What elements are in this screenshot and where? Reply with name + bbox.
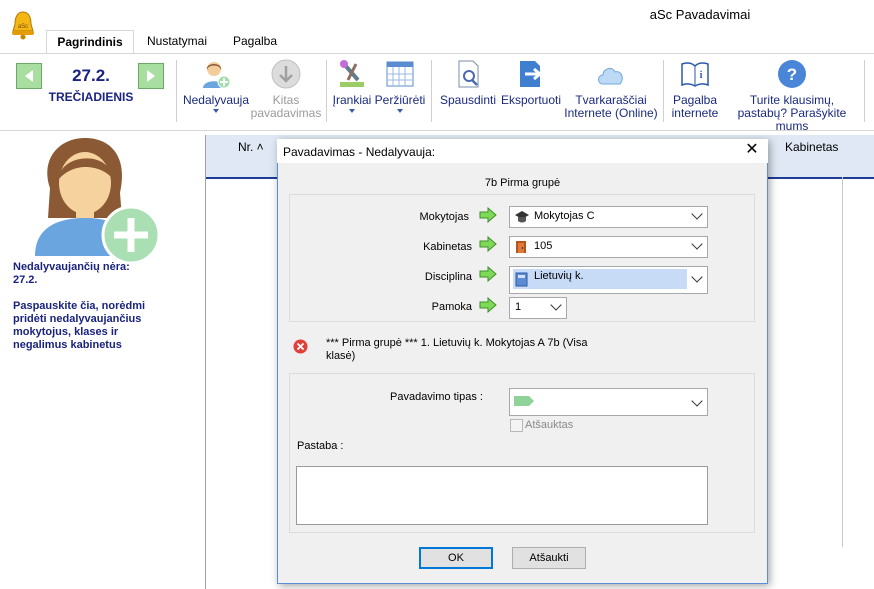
- note-label: Pastaba :: [297, 440, 344, 452]
- svg-text:aSc: aSc: [18, 24, 28, 30]
- help-book-icon: i: [681, 62, 709, 87]
- arrow-left-icon: [25, 70, 33, 82]
- teacher-label: Mokytojas: [419, 211, 469, 223]
- subject-select[interactable]: Lietuvių k.: [509, 266, 708, 294]
- svg-text:i: i: [700, 70, 703, 81]
- green-arrow-icon[interactable]: [479, 297, 497, 313]
- table-view-icon: [386, 61, 414, 87]
- views-button[interactable]: Peržiūrėti: [374, 58, 426, 113]
- question-icon: ?: [778, 60, 806, 88]
- cancelled-checkbox[interactable]: [510, 419, 523, 432]
- substitution-type-select[interactable]: [509, 388, 708, 416]
- green-arrow-icon[interactable]: [479, 266, 497, 282]
- help-online-button[interactable]: i Pagalba internete: [666, 58, 724, 120]
- tag-icon: [514, 396, 534, 406]
- column-room-header[interactable]: Kabinetas: [785, 140, 838, 154]
- tools-button[interactable]: Įrankiai: [330, 58, 374, 113]
- green-arrow-icon[interactable]: [479, 207, 497, 223]
- cloud-icon: [598, 67, 623, 85]
- teacher-select[interactable]: Mokytojas C: [509, 206, 708, 228]
- substitution-type-label: Pavadavimo tipas :: [390, 391, 483, 403]
- arrow-right-icon: [147, 70, 155, 82]
- arrow-down-circle-icon: [271, 59, 301, 89]
- current-date: 27.2.: [72, 66, 110, 85]
- contact-us-button[interactable]: ? Turite klausimų, pastabų? Parašykite mu…: [722, 58, 862, 133]
- subject-label: Disciplina: [424, 271, 472, 283]
- previous-day-button[interactable]: [16, 63, 42, 89]
- other-substitution-button[interactable]: Kitas pavadavimas: [248, 58, 324, 120]
- export-button[interactable]: Eksportuoti: [499, 58, 563, 107]
- conflict-warning: *** Pirma grupė *** 1. Lietuvių k. Mokyt…: [326, 337, 588, 362]
- ok-button[interactable]: OK: [419, 547, 493, 569]
- export-icon: [520, 61, 543, 87]
- note-textarea[interactable]: [296, 466, 708, 525]
- graduation-cap-icon: [515, 211, 529, 223]
- next-day-button[interactable]: [138, 63, 164, 89]
- person-add-icon: [203, 62, 231, 89]
- door-icon: [516, 241, 526, 253]
- tab-pagrindinis[interactable]: Pagrindinis: [46, 30, 134, 53]
- tab-pagalba[interactable]: Pagalba: [222, 30, 288, 52]
- cancel-button[interactable]: Atšaukti: [512, 547, 586, 569]
- add-absent-avatar[interactable]: [30, 138, 162, 266]
- svg-text:?: ?: [787, 65, 797, 84]
- absent-info: Nedalyvaujančių nėra: 27.2.: [13, 261, 130, 286]
- current-day: TREČIADIENIS: [48, 90, 134, 104]
- absent-button[interactable]: Nedalyvauja: [180, 58, 252, 113]
- book-icon: [515, 272, 528, 287]
- lesson-label: Pamoka: [431, 301, 472, 313]
- cancelled-label: Atšauktas: [525, 419, 574, 431]
- print-preview-icon: [458, 60, 479, 88]
- print-button[interactable]: Spausdinti: [437, 58, 499, 107]
- tab-nustatymai[interactable]: Nustatymai: [138, 30, 216, 52]
- tools-icon: [340, 60, 364, 87]
- bell-icon[interactable]: aSc: [8, 10, 38, 40]
- online-timetables-button[interactable]: Tvarkaraščiai Internete (Online): [562, 58, 660, 120]
- lesson-select[interactable]: 1: [509, 297, 567, 319]
- column-nr-header[interactable]: Nr. ˄: [238, 140, 264, 154]
- close-icon[interactable]: ✕: [744, 142, 760, 158]
- group-label: 7b Pirma grupė: [484, 177, 561, 189]
- app-title: aSc Pavadavimai: [649, 7, 751, 22]
- add-absent-hint-link[interactable]: Paspauskite čia, norėdmi pridėti nedalyv…: [13, 300, 163, 352]
- green-arrow-icon[interactable]: [479, 236, 497, 252]
- person-add-icon: [35, 138, 161, 265]
- room-label: Kabinetas: [423, 241, 472, 253]
- room-select[interactable]: 105: [509, 236, 708, 258]
- dialog-title: Pavadavimas - Nedalyvauja:: [283, 145, 436, 159]
- error-icon: [293, 339, 308, 354]
